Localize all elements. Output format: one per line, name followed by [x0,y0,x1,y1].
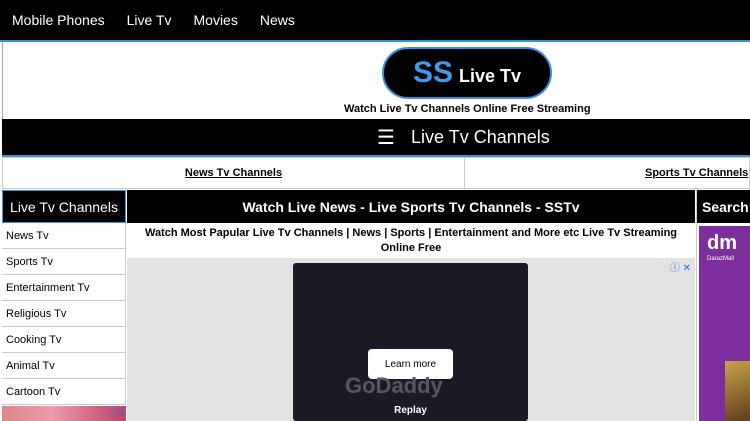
nav-news[interactable]: News [260,12,295,28]
ad-product-image [725,361,750,421]
left-sidebar-title: Live Tv Channels [2,190,126,223]
adchoices-icon[interactable]: ⓘ✕ [107,406,124,419]
category-news-tv-channels[interactable]: News Tv Channels [3,158,465,188]
category-sports-tv-channels[interactable]: Sports Tv Channels [465,158,750,188]
site-tagline: Watch Live Tv Channels Online Free Strea… [344,103,591,115]
sidebar-item-sports-tv[interactable]: Sports Tv [2,249,126,275]
logo-ss: SS [412,56,453,89]
top-navigation: Mobile Phones Live Tv Movies News [0,0,750,40]
category-row: News Tv Channels Sports Tv Channels [2,157,750,189]
sidebar-item-animal-tv[interactable]: Animal Tv [2,353,126,379]
right-sidebar: Search: dm DarazMall [696,190,750,421]
nav-movies[interactable]: Movies [194,12,238,28]
sidebar-item-cooking-tv[interactable]: Cooking Tv [2,327,126,353]
sidebar-item-news-tv[interactable]: News Tv [2,223,126,249]
nav-live-tv[interactable]: Live Tv [127,12,172,28]
channel-category-list: News Tv Sports Tv Entertainment Tv Relig… [2,223,126,405]
channels-menu-title[interactable]: Live Tv Channels [411,127,550,148]
video-ad[interactable]: ⓘ ✕ Learn more GoDaddy Replay [127,258,695,421]
sidebar-item-religious-tv[interactable]: Religious Tv [2,301,126,327]
search-heading: Search: [697,190,750,223]
sidebar-item-entertainment-tv[interactable]: Entertainment Tv [2,275,126,301]
main-title: Watch Live News - Live Sports Tv Channel… [127,190,695,223]
ad-brand-logo: GoDaddy [345,373,443,398]
darazmall-logo: dm [707,232,737,254]
replay-button[interactable]: Replay [293,405,528,416]
darazmall-caption: DarazMall [707,256,735,262]
ad-player[interactable]: Learn more GoDaddy Replay [293,263,528,421]
right-ad-banner[interactable]: dm DarazMall [699,226,750,421]
left-sidebar: Live Tv Channels News Tv Sports Tv Enter… [2,190,126,421]
main-content: Watch Live News - Live Sports Tv Channel… [127,190,695,421]
site-logo[interactable]: SS Live Tv [382,47,552,99]
adchoices-icon[interactable]: ⓘ ✕ [670,259,691,274]
logo-live-tv: Live Tv [459,65,522,86]
channels-menu-bar[interactable]: ☰ Live Tv Channels [2,119,750,157]
nav-mobile-phones[interactable]: Mobile Phones [12,12,105,28]
site-header: SS Live Tv Watch Live Tv Channels Online… [2,42,750,119]
hamburger-icon[interactable]: ☰ [377,125,395,150]
sidebar-item-cartoon-tv[interactable]: Cartoon Tv [2,379,126,405]
main-description: Watch Most Papular Live Tv Channels | Ne… [144,227,678,254]
